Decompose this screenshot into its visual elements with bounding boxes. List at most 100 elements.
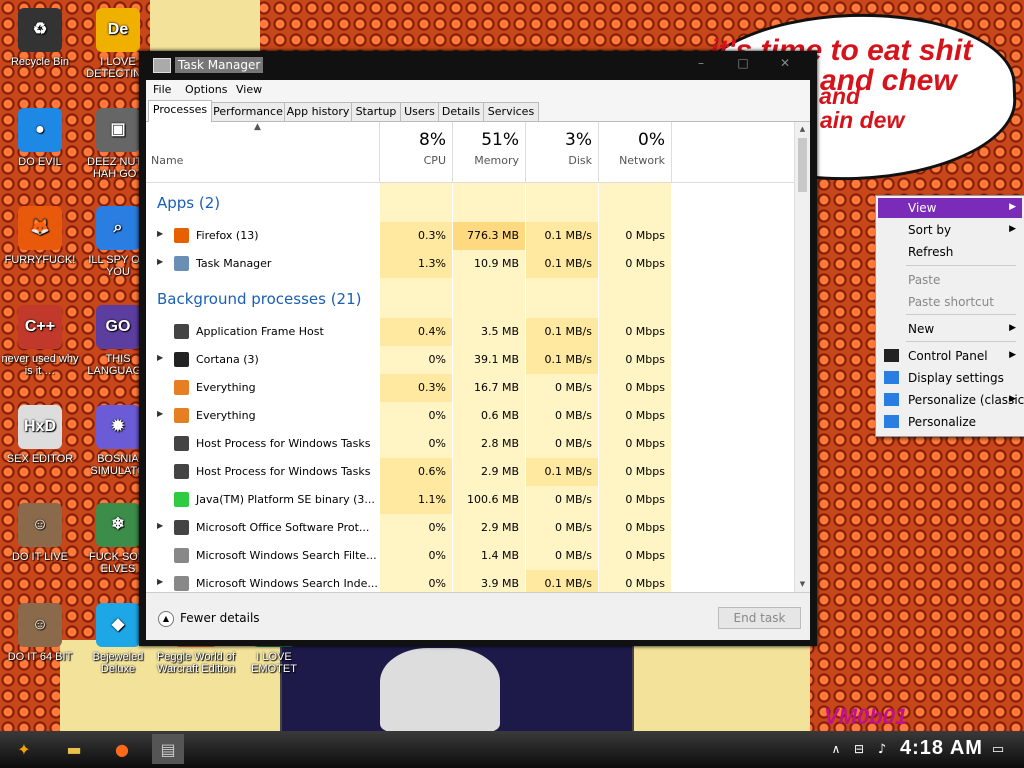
process-row[interactable]: Java(TM) Platform SE binary (3... 1.1% 100… [146,486,794,514]
desktop-icon[interactable]: C++ never used why is it … [0,305,80,377]
tab-details[interactable]: Details [438,102,484,121]
volume-icon[interactable]: ♪ [866,734,898,764]
process-icon [174,520,189,535]
firefox-taskbar-icon[interactable]: ● [106,734,138,764]
process-row[interactable]: Everything 0.3% 16.7 MB 0 MB/s 0 Mbps [146,374,794,402]
process-name: Java(TM) Platform SE binary (3... [196,493,375,506]
context-item-refresh[interactable]: Refresh [878,242,1022,262]
header-divider [146,182,794,183]
process-row[interactable]: ▶ Microsoft Windows Search Inde... 0% 3.9 M… [146,570,794,592]
process-icon [174,436,189,451]
context-item-personalize-classic[interactable]: Personalize (classic) ▶ [878,390,1024,410]
app-icon: ☺ [18,603,62,647]
taskbar: ✦ ▬ ● ▤ ∧ ⊟ ♪ 4:18 AM ▭ [0,731,1024,768]
app-icon: De [96,8,140,52]
end-task-button[interactable]: End task [718,607,801,629]
process-row[interactable]: Host Process for Windows Tasks 0.6% 2.9 MB… [146,458,794,486]
file-explorer-icon[interactable]: ▬ [58,734,90,764]
desktop-context-menu: View ▶ Sort by ▶ Refresh Paste Paste shortcut N… [875,195,1024,437]
desktop-icon[interactable]: 🦊 FURRYFUCK! [0,206,80,266]
menu-file[interactable]: File [153,83,171,96]
fewer-details-link[interactable]: Fewer details [180,611,260,625]
context-item-new[interactable]: New ▶ [878,319,1022,339]
process-row[interactable]: ▶ Cortana (3) 0% 39.1 MB 0.1 MB/s 0 Mbps [146,346,794,374]
network-column-header[interactable]: 0% Network [599,122,672,182]
submenu-arrow-icon: ▶ [1009,224,1016,234]
process-mem: 100.6 MB [466,493,519,506]
expand-arrow-icon[interactable]: ▶ [157,409,163,418]
close-icon[interactable]: ✕ [771,56,799,74]
disk-header-label: Disk [568,154,592,167]
process-row[interactable]: ▶ Everything 0% 0.6 MB 0 MB/s 0 Mbps [146,402,794,430]
context-item-label: Refresh [908,245,954,259]
scroll-down-icon[interactable]: ▼ [796,578,809,590]
tab-startup[interactable]: Startup [351,102,401,121]
window-title: Task Manager [175,57,264,73]
wallpaper-yellow-right [630,640,810,731]
expand-arrow-icon[interactable]: ▶ [157,229,163,238]
process-cpu: 0% [428,353,446,366]
memory-column-header[interactable]: 51% Memory [453,122,526,182]
menu-separator [906,341,1016,342]
context-item-label: Personalize [908,415,977,429]
context-item-display-settings[interactable]: Display settings [878,368,1022,388]
desktop-icon[interactable]: ● DO EVIL [0,108,80,168]
task-manager-taskbar-icon[interactable]: ▤ [152,734,184,764]
context-item-personalize[interactable]: Personalize [878,412,1022,432]
process-row[interactable]: Application Frame Host 0.4% 3.5 MB 0.1 MB/s… [146,318,794,346]
scroll-up-icon[interactable]: ▲ [796,123,809,135]
name-header-label: Name [151,154,184,167]
context-item-view[interactable]: View ▶ [878,198,1022,218]
disk-column-header[interactable]: 3% Disk [526,122,599,182]
expand-arrow-icon[interactable]: ▶ [157,353,163,362]
tab-services[interactable]: Services [483,102,539,121]
minimize-icon[interactable]: – [687,56,715,74]
group-apps: Apps (2) [157,194,221,212]
process-row[interactable]: Microsoft Windows Search Filte... 0% 1.4 M… [146,542,794,570]
process-row[interactable]: Host Process for Windows Tasks 0% 2.8 MB 0 … [146,430,794,458]
context-item-sort-by[interactable]: Sort by ▶ [878,220,1022,240]
desktop-icon-label: never used why is it … [1,353,79,377]
desktop-icon-label: FURRYFUCK! [4,254,76,266]
process-icon [174,228,189,243]
app-icon: ⌕ [96,206,140,250]
process-name: Cortana (3) [196,353,259,366]
process-cpu: 0% [428,577,446,590]
memory-total: 51% [481,130,519,150]
process-row[interactable]: ▶ Firefox (13) 0.3% 776.3 MB 0.1 MB/s 0 Mbps [146,222,794,250]
context-item-control-panel[interactable]: Control Panel ▶ [878,346,1022,366]
maximize-icon[interactable]: □ [729,56,757,74]
display-settings-icon [884,371,899,384]
desktop-icon[interactable]: ☺ DO IT 64 BIT [0,603,80,663]
process-net: 0 Mbps [625,437,665,450]
chevron-up-icon[interactable]: ▲ [158,611,174,627]
menu-view[interactable]: View [236,83,262,96]
cpu-header-label: CPU [423,154,446,167]
scroll-thumb[interactable] [798,138,807,192]
tab-app-history[interactable]: App history [284,102,352,121]
process-disk: 0.1 MB/s [526,318,598,346]
expand-arrow-icon[interactable]: ▶ [157,257,163,266]
tab-processes[interactable]: Processes [148,100,212,122]
process-row[interactable]: ▶ Task Manager 1.3% 10.9 MB 0.1 MB/s 0 Mbps [146,250,794,278]
tab-performance[interactable]: Performance [211,102,285,121]
desktop-icon[interactable]: ☺ DO IT LIVE [0,503,80,563]
process-net: 0 Mbps [625,549,665,562]
tab-users[interactable]: Users [400,102,439,121]
start-button-icon[interactable]: ✦ [8,734,40,764]
app-icon: ◆ [96,603,140,647]
expand-arrow-icon[interactable]: ▶ [157,577,163,586]
cpu-column-header[interactable]: 8% CPU [380,122,453,182]
name-column-header[interactable]: ▲ Name [146,122,380,182]
menu-options[interactable]: Options [185,83,227,96]
process-cpu: 0.4% [380,318,452,346]
notification-icon[interactable]: ▭ [982,734,1014,764]
clock[interactable]: 4:18 AM [900,737,983,760]
desktop-icon[interactable]: ♻ Recycle Bin [0,8,80,68]
process-row[interactable]: ▶ Microsoft Office Software Prot... 0% 2.9 … [146,514,794,542]
title-bar[interactable]: Task Manager – □ ✕ [139,51,817,80]
desktop-icon[interactable]: HxD SEX EDITOR [0,405,80,465]
vertical-scrollbar[interactable]: ▲ ▼ [794,122,810,592]
process-mem: 3.5 MB [480,325,519,338]
expand-arrow-icon[interactable]: ▶ [157,521,163,530]
